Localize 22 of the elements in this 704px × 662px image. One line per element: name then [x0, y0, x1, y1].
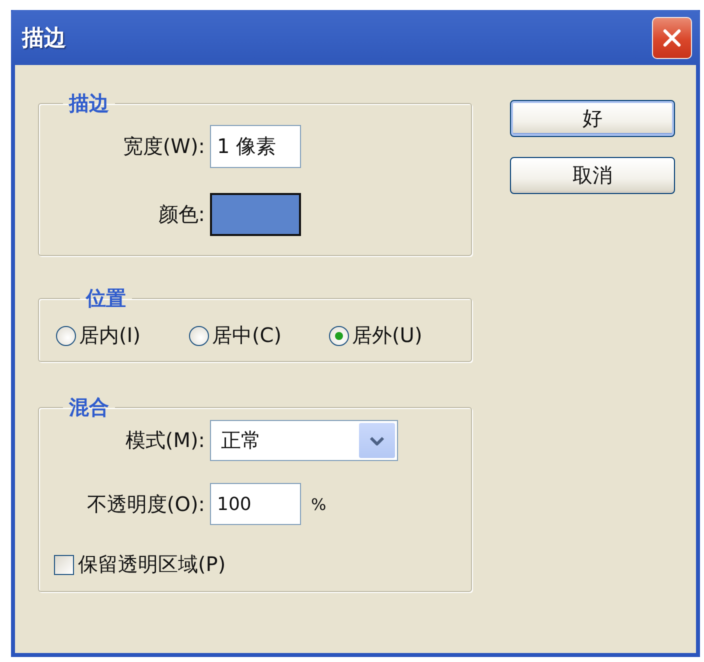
radio-option[interactable]: 居中(C) [189, 322, 329, 349]
opacity-input[interactable]: 100 [210, 483, 301, 525]
group-title: 混合 [69, 395, 109, 419]
dialog-button[interactable]: 取消 [510, 157, 675, 194]
group-title: 位置 [86, 286, 126, 310]
field-label: 颜色: [158, 201, 205, 228]
window-title: 描边 [22, 24, 66, 52]
field-label: 宽度(W): [122, 133, 205, 160]
close-icon [662, 28, 682, 48]
mode-dropdown[interactable]: 正常 [210, 420, 398, 461]
dialog-button[interactable]: 好 [510, 100, 675, 137]
width-input[interactable]: 1 像素 [210, 125, 301, 168]
checkbox-option[interactable]: 保留透明区域(P) [54, 551, 226, 578]
close-button[interactable] [652, 16, 692, 58]
radio-option[interactable]: 居内(I) [56, 322, 189, 349]
color-swatch[interactable] [210, 193, 301, 236]
unit-label: % [311, 494, 326, 514]
field-label: 模式(M): [125, 427, 205, 454]
radio-option[interactable]: 居外(U) [329, 322, 471, 349]
field-label: 不透明度(O): [86, 490, 205, 518]
chevron-down-icon [359, 423, 395, 458]
group-title: 描边 [69, 91, 109, 115]
